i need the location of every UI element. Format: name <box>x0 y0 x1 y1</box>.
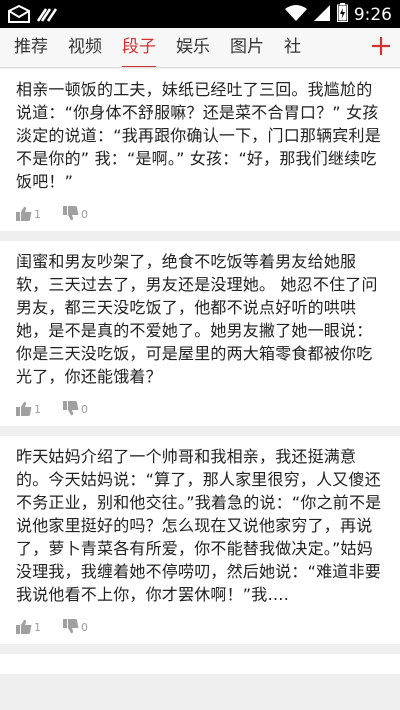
thumbs-up-icon <box>16 206 32 221</box>
joke-text: 昨天姑妈介绍了一个帅哥和我相亲，我还挺满意的。今天姑妈说：“算了，那人家里很穷，… <box>16 447 382 604</box>
thumbs-down-icon <box>63 400 79 416</box>
feed-item[interactable]: 闺蜜和男友吵架了，绝食不吃饭等着男友给她服软，三天过去了，男友还是没理她。 她忍… <box>0 241 400 426</box>
like-button[interactable]: 1 <box>16 206 41 221</box>
thumbs-up-icon <box>16 401 32 416</box>
like-button[interactable]: 1 <box>16 619 41 634</box>
feed-item[interactable]: 昨天姑妈介绍了一个帅哥和我相亲，我还挺满意的。今天姑妈说：“算了，那人家里很穷，… <box>0 436 400 644</box>
tab-recommend[interactable]: 推荐 <box>0 28 58 67</box>
dislike-button[interactable]: 0 <box>63 618 88 634</box>
card-actions: 1 0 <box>16 606 388 644</box>
joke-text: 相亲一顿饭的工夫，妹纸已经吐了三回。我尴尬的说道：“你身体不舒服嘛？还是菜不合胃… <box>16 80 381 191</box>
category-tabs: 推荐 视频 段子 娱乐 图片 社 <box>0 28 362 67</box>
status-left-icons <box>8 4 58 27</box>
tab-pictures[interactable]: 图片 <box>220 28 274 67</box>
joke-text: 闺蜜和男友吵架了，绝食不吃饭等着男友给她服软，三天过去了，男友还是没理她。 她忍… <box>16 252 378 386</box>
thumbs-down-icon <box>63 618 79 634</box>
status-right-icons: 9:26 <box>284 3 392 26</box>
dislike-count: 0 <box>81 207 88 221</box>
status-time: 9:26 <box>353 4 392 25</box>
like-count: 1 <box>34 620 41 634</box>
card-actions: 1 0 <box>16 193 388 231</box>
plus-icon <box>371 36 391 60</box>
battery-icon <box>336 3 348 26</box>
add-channel-button[interactable] <box>362 28 400 67</box>
tab-entertainment[interactable]: 娱乐 <box>166 28 220 67</box>
signal-tools-icon <box>36 5 58 27</box>
joke-feed: 相亲一顿饭的工夫，妹纸已经吐了三回。我尴尬的说道：“你身体不舒服嘛？还是菜不合胃… <box>0 69 400 684</box>
tab-fade-overlay <box>322 28 362 67</box>
like-button[interactable]: 1 <box>16 401 41 416</box>
dislike-button[interactable]: 0 <box>63 400 88 416</box>
dislike-button[interactable]: 0 <box>63 205 88 221</box>
tab-society[interactable]: 社 <box>274 28 311 67</box>
thumbs-down-icon <box>63 205 79 221</box>
wifi-icon <box>284 4 307 26</box>
cell-signal-icon <box>313 4 331 26</box>
like-count: 1 <box>34 207 41 221</box>
feed-item[interactable]: 相亲一顿饭的工夫，妹纸已经吐了三回。我尴尬的说道：“你身体不舒服嘛？还是菜不合胃… <box>0 69 400 231</box>
dislike-count: 0 <box>81 402 88 416</box>
feed-item-next[interactable] <box>0 654 400 674</box>
mail-icon <box>8 4 30 27</box>
tab-video[interactable]: 视频 <box>58 28 112 67</box>
category-tab-bar: 推荐 视频 段子 娱乐 图片 社 <box>0 28 400 68</box>
like-count: 1 <box>34 402 41 416</box>
card-actions: 1 0 <box>16 388 388 426</box>
dislike-count: 0 <box>81 620 88 634</box>
tab-jokes[interactable]: 段子 <box>112 28 166 67</box>
status-bar: 9:26 <box>0 0 400 28</box>
thumbs-up-icon <box>16 619 32 634</box>
